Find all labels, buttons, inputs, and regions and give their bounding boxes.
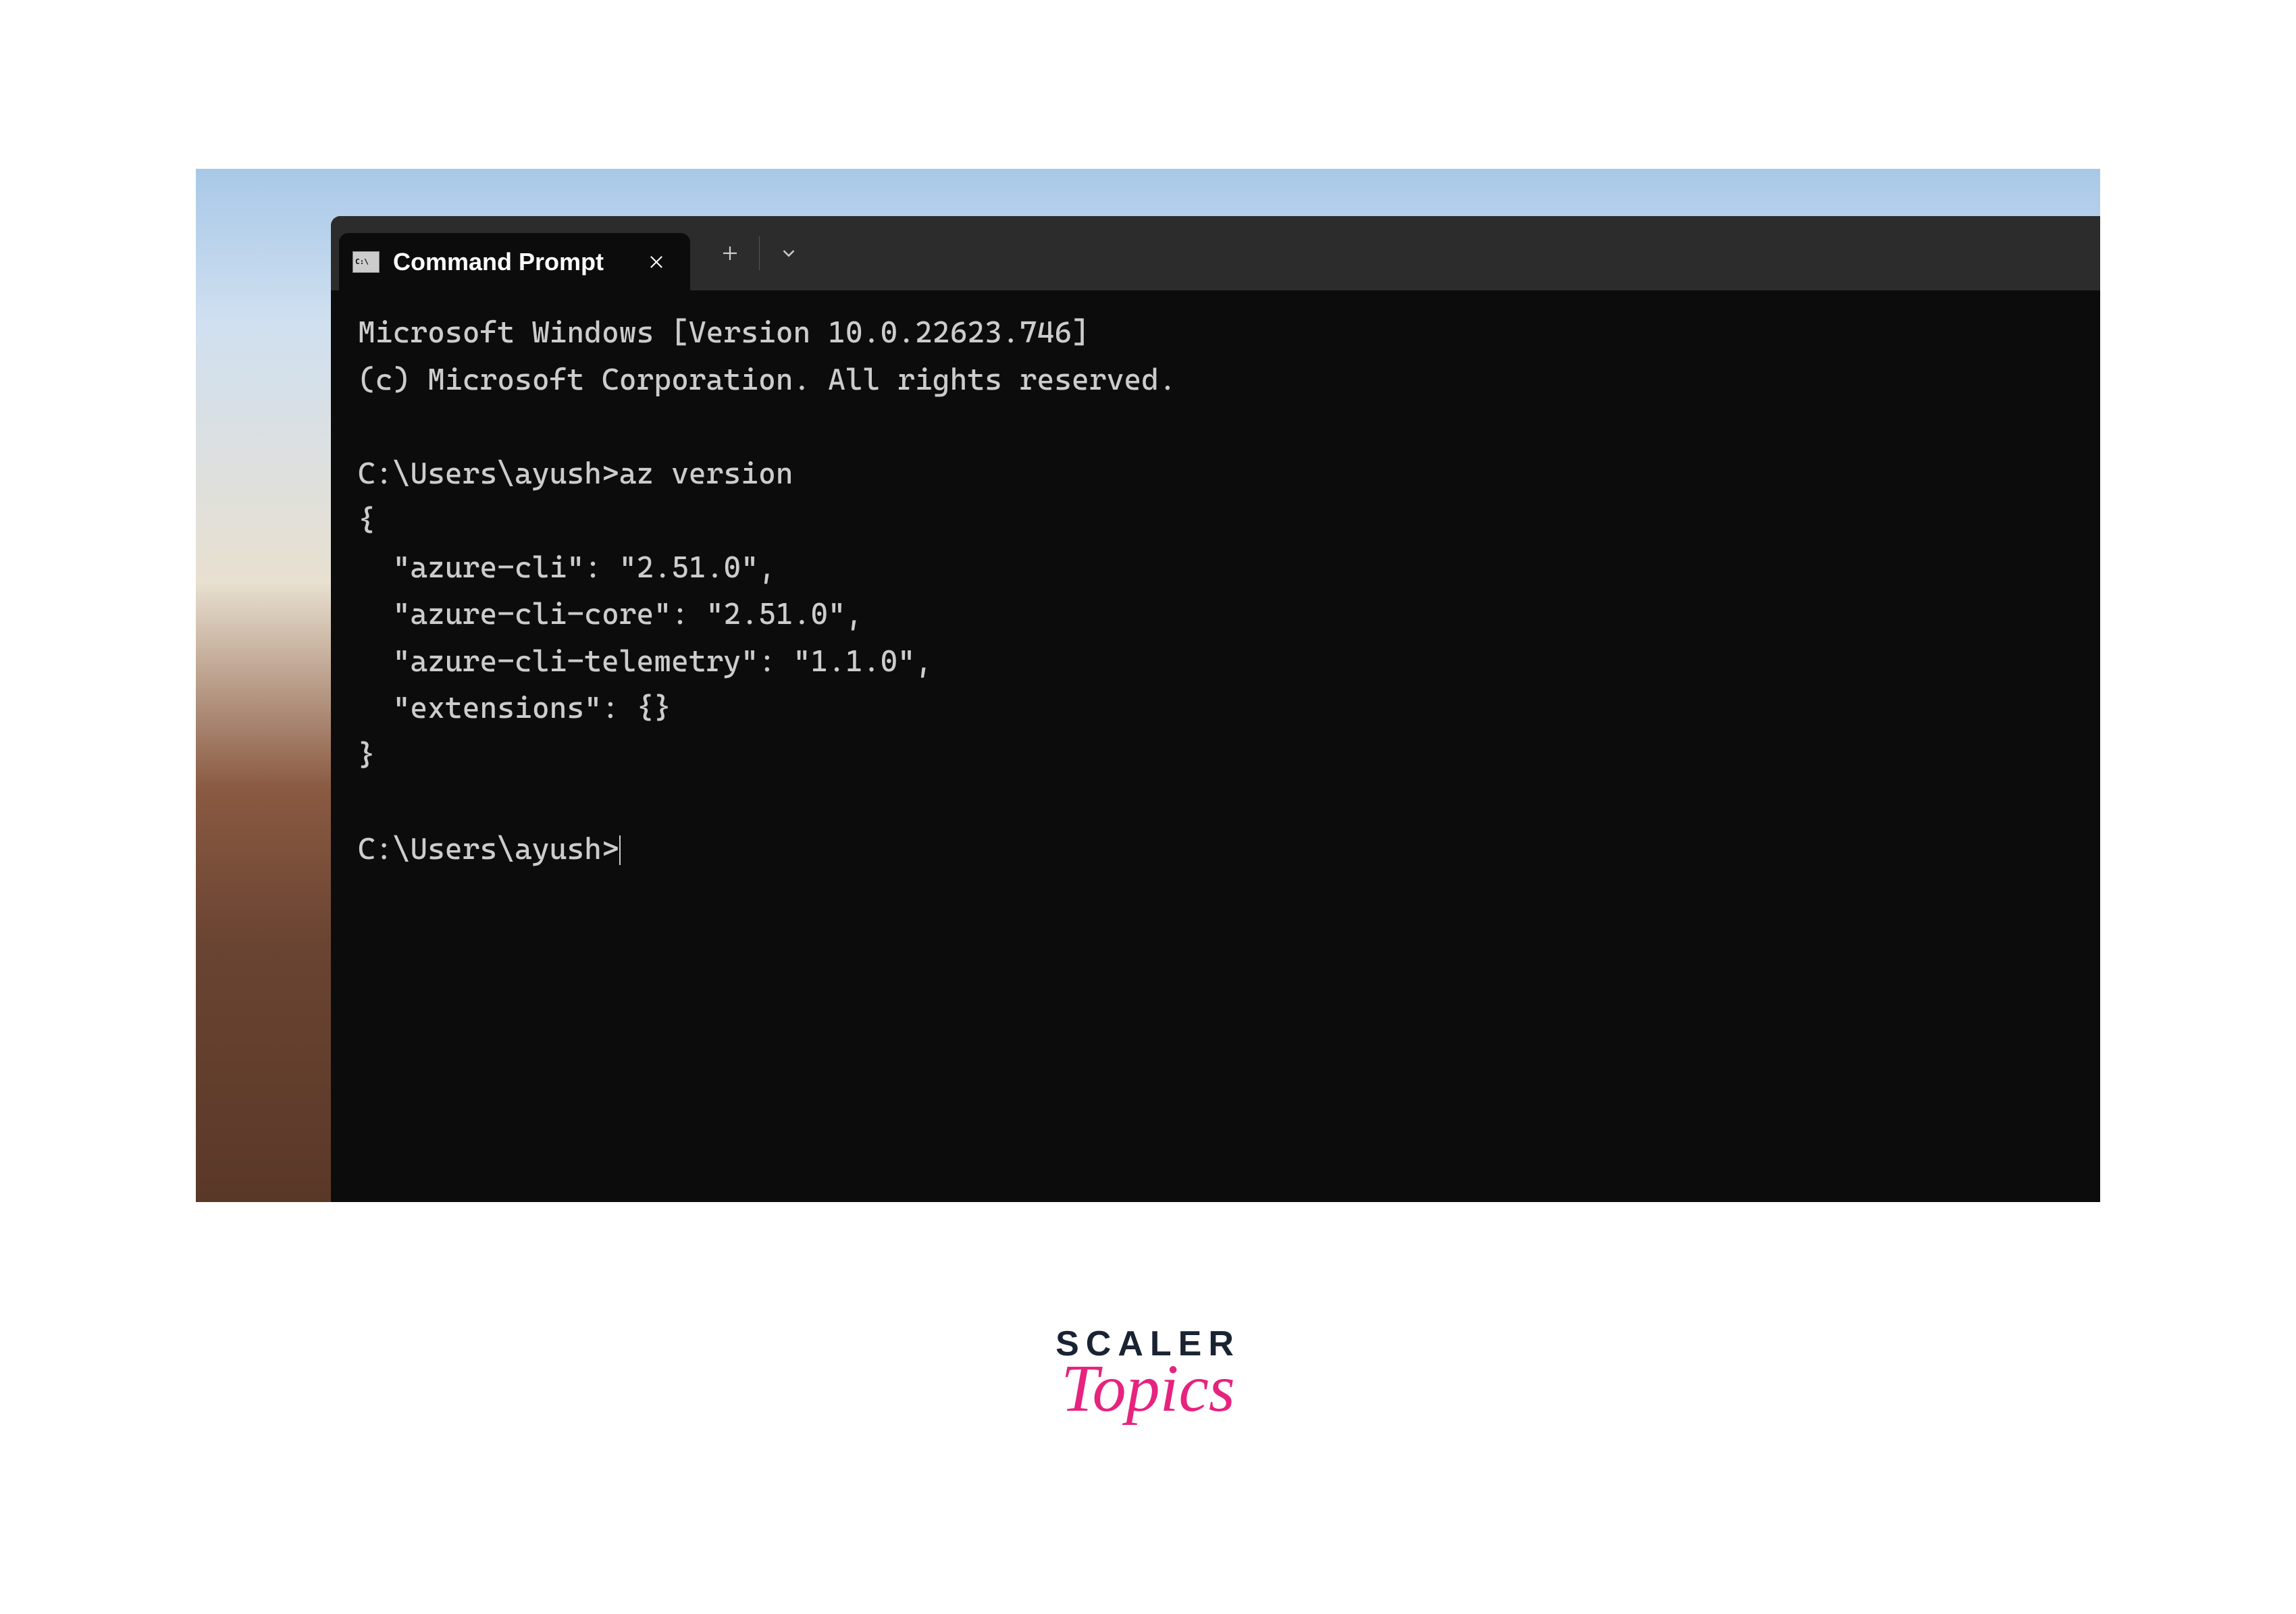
new-tab-button[interactable] <box>701 216 759 290</box>
terminal-body[interactable]: Microsoft Windows [Version 10.0.22623.74… <box>331 290 2100 891</box>
tab-command-prompt[interactable]: Command Prompt <box>339 233 690 290</box>
command: az version <box>619 457 793 491</box>
terminal-window: Command Prompt <box>331 216 2100 1202</box>
brand-topics: Topics <box>1055 1349 1241 1427</box>
output-line: "azure-cli": "2.51.0", <box>358 550 776 585</box>
output-line: "azure-cli-core": "2.51.0", <box>358 597 863 631</box>
output-line: { <box>358 503 375 538</box>
output-line: } <box>358 738 375 773</box>
prompt: C:\Users\ayush> <box>358 457 619 491</box>
title-bar: Command Prompt <box>331 216 2100 290</box>
tab-dropdown-button[interactable] <box>760 216 818 290</box>
cursor <box>619 835 621 865</box>
title-bar-actions <box>690 216 818 290</box>
cmd-icon <box>353 251 380 273</box>
output-line: "extensions": {} <box>358 691 671 725</box>
brand-logo: SCALER Topics <box>1055 1324 1241 1427</box>
banner-line: (c) Microsoft Corporation. All rights re… <box>358 363 1176 397</box>
close-tab-icon[interactable] <box>639 253 674 271</box>
banner-line: Microsoft Windows [Version 10.0.22623.74… <box>358 315 1089 350</box>
tab-title: Command Prompt <box>393 248 625 276</box>
output-line: "azure-cli-telemetry": "1.1.0", <box>358 644 933 679</box>
prompt: C:\Users\ayush> <box>358 832 619 866</box>
desktop-background: Command Prompt <box>196 169 2100 1202</box>
